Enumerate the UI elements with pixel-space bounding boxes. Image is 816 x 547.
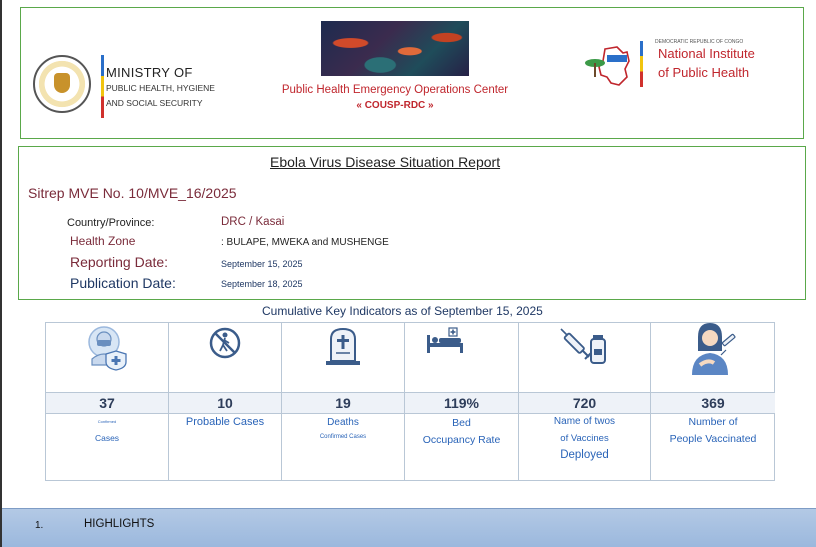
hospital-bed-icon <box>426 327 463 353</box>
ministry-seal-icon <box>33 55 91 113</box>
report-title: Ebola Virus Disease Situation Report <box>270 154 501 170</box>
indicator-bed-occupancy: 119% Bed Occupancy Rate <box>405 323 519 480</box>
indicator-label: Deaths <box>327 417 359 428</box>
indicator-value: 19 <box>282 393 404 414</box>
insp-logo-icon <box>585 46 630 86</box>
indicator-value: 369 <box>651 393 775 414</box>
indicator-value: 10 <box>169 393 281 414</box>
indicator-label-line-2: Occupancy Rate <box>422 434 501 446</box>
field-label-reporting-date: Reporting Date: <box>70 254 169 270</box>
indicator-label-line-2: People Vaccinated <box>669 433 757 445</box>
indicator-label-line-3: Deployed <box>560 449 609 461</box>
vaccinated-person-icon <box>692 323 736 375</box>
eoc-acronym: « COUSP-RDC » <box>356 100 434 111</box>
syringe-vial-icon <box>559 328 606 364</box>
field-value-publication-date: September 18, 2025 <box>221 279 303 289</box>
indicator-deaths: 19 Deaths Confirmed Cases <box>282 323 405 480</box>
ebola-virus-image <box>321 21 469 76</box>
field-value-reporting-date: September 15, 2025 <box>221 259 303 269</box>
highlights-number: 1. <box>35 520 44 531</box>
left-edge-border <box>0 0 2 547</box>
field-label-country: Country/Province: <box>67 217 155 229</box>
insp-name-line-2: of Public Health <box>658 65 750 80</box>
no-walking-icon <box>209 327 241 359</box>
eoc-title: Public Health Emergency Operations Cente… <box>281 84 509 96</box>
indicator-confirmed: 37 Confirmed Cases <box>46 323 169 480</box>
insp-country-label: DEMOCRATIC REPUBLIC OF CONGO <box>655 39 744 45</box>
indicator-label: Number of <box>688 416 738 428</box>
indicator-probable: 10 Probable Cases <box>169 323 282 480</box>
indicator-small-label: Confirmed <box>97 419 117 424</box>
insp-flag-bar <box>640 41 643 87</box>
indicator-people-vaccinated: 369 Number of People Vaccinated <box>651 323 775 480</box>
indicators-caption: Cumulative Key Indicators as of Septembe… <box>262 304 543 318</box>
field-label-publication-date: Publication Date: <box>70 275 176 291</box>
tombstone-icon <box>326 327 360 365</box>
indicator-label: Bed <box>452 417 471 429</box>
sitrep-number: Sitrep MVE No. 10/MVE_16/2025 <box>28 185 237 201</box>
indicator-label: Name of twos <box>553 416 616 427</box>
ministry-title: MINISTRY OF <box>106 65 193 80</box>
indicator-label: Cases <box>94 433 120 443</box>
indicators-table: 37 Confirmed Cases 10 Probable Cases 19 … <box>45 322 775 481</box>
indicator-vaccines-deployed: 720 Name of twos of Vaccines Deployed <box>519 323 651 480</box>
field-value-health-zone: : BULAPE, MWEKA and MUSHENGE <box>221 237 389 248</box>
health-worker-shield-icon <box>88 326 127 371</box>
ministry-subtitle-1: PUBLIC HEALTH, HYGIENE <box>106 83 215 93</box>
field-value-country: DRC / Kasai <box>221 216 285 228</box>
indicator-label: Probable Cases <box>185 416 265 428</box>
drc-flag-bar <box>101 55 104 118</box>
indicator-value: 37 <box>46 393 168 414</box>
ministry-subtitle-2: AND SOCIAL SECURITY <box>106 98 203 108</box>
indicator-value: 720 <box>519 393 650 414</box>
indicator-small-label: Confirmed Cases <box>319 434 367 440</box>
indicator-value: 119% <box>405 393 518 414</box>
field-label-health-zone: Health Zone <box>70 234 136 248</box>
highlights-title: HIGHLIGHTS <box>84 518 155 530</box>
insp-name-line-1: National Institute <box>658 46 755 61</box>
indicator-label-line-2: of Vaccines <box>560 433 609 444</box>
